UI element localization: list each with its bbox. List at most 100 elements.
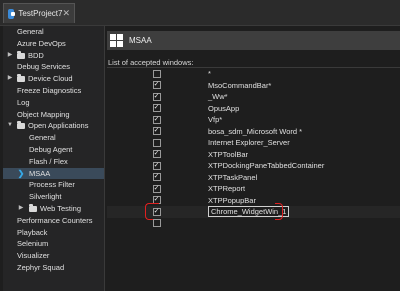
sidebar-item-label: General: [29, 133, 56, 143]
sidebar-item-label: Flash / Flex: [29, 156, 68, 166]
sidebar-item[interactable]: ❯ MSAA: [3, 167, 104, 180]
window-class-name: XTPReport: [208, 184, 246, 194]
window-class-name: bosa_sdm_Microsoft Word *: [208, 126, 303, 136]
window-row[interactable]: Internet Explorer_Server: [107, 137, 400, 149]
window-row[interactable]: ✓ XTPToolBar: [107, 149, 400, 161]
window-class-name: XTPToolBar: [208, 149, 249, 159]
sidebar-item[interactable]: Object Mapping: [3, 109, 104, 121]
sidebar-item[interactable]: General: [3, 26, 104, 38]
window-row[interactable]: ✓ XTPTaskPanel: [107, 172, 400, 184]
window-row[interactable]: ✓ Vfp*: [107, 114, 400, 126]
window-row[interactable]: *: [107, 68, 400, 80]
window-row[interactable]: ✓ XTPDockingPaneTabbedContainer: [107, 160, 400, 172]
sidebar-item-label: BDD: [28, 50, 44, 60]
sidebar-item[interactable]: Selenium: [3, 238, 104, 250]
sidebar-item[interactable]: ▶ BDD: [3, 50, 104, 62]
section-header: MSAA: [107, 31, 400, 50]
sidebar-item[interactable]: Silverlight: [3, 191, 104, 203]
accept-checkbox[interactable]: ✓: [152, 173, 161, 182]
checkbox-cell: ✓: [107, 103, 206, 115]
window-class-cell[interactable]: XTPToolBar: [206, 149, 400, 161]
sidebar-item[interactable]: ▶ Device Cloud: [3, 73, 104, 85]
window-row[interactable]: ✓ OpusApp: [107, 103, 400, 115]
checkbox-cell: ✓: [107, 183, 206, 195]
window-row[interactable]: ✓ Chrome_WidgetWin_1: [107, 203, 400, 220]
window-row[interactable]: [107, 218, 400, 230]
sidebar-item[interactable]: ▼ Open Applications: [3, 120, 104, 132]
window-class-name: XTPDockingPaneTabbedContainer: [208, 161, 325, 171]
accept-checkbox[interactable]: ✓: [152, 115, 161, 124]
window-class-cell[interactable]: MsoCommandBar*: [206, 80, 400, 92]
section-title: MSAA: [129, 36, 152, 45]
sidebar-item[interactable]: Log: [3, 97, 104, 109]
sidebar-item[interactable]: Freeze Diagnostics: [3, 85, 104, 97]
expanded-arrow-icon[interactable]: ▼: [6, 120, 14, 132]
folder-icon: [17, 50, 25, 59]
checkbox-cell: [107, 218, 206, 230]
window-class-cell[interactable]: _Ww*: [206, 91, 400, 103]
sidebar-item[interactable]: Performance Counters: [3, 215, 104, 227]
project-tab[interactable]: TestProject7 ✕: [3, 3, 75, 23]
sidebar-item-label: Web Testing: [40, 203, 81, 213]
sidebar-item[interactable]: General: [3, 132, 104, 144]
sidebar-item[interactable]: Azure DevOps: [3, 38, 104, 50]
accept-checkbox[interactable]: ✓: [152, 127, 161, 136]
window-class-cell[interactable]: Internet Explorer_Server: [206, 137, 400, 149]
sidebar-item[interactable]: Debug Services: [3, 61, 104, 73]
checkbox-cell: ✓: [107, 172, 206, 184]
window-class-name: OpusApp: [208, 103, 240, 113]
window-class-cell[interactable]: *: [206, 68, 400, 80]
checkbox-cell: ✓: [107, 80, 206, 92]
sidebar-item-label: Visualizer: [17, 251, 50, 261]
settings-tree: General Azure DevOps ▶ BDD Debug Services ▶ De…: [3, 26, 105, 291]
window-class-cell[interactable]: Vfp*: [206, 114, 400, 126]
window-class-cell[interactable]: bosa_sdm_Microsoft Word *: [206, 126, 400, 138]
selected-arrow-icon[interactable]: ❯: [17, 168, 25, 180]
window-class-edit-field[interactable]: Chrome_WidgetWin_1: [206, 206, 400, 218]
msaa-panel: MSAA List of accepted windows: * ✓ MsoComm…: [106, 26, 400, 291]
window-class-cell[interactable]: [206, 218, 400, 230]
window-class-cell[interactable]: XTPTaskPanel: [206, 172, 400, 184]
accept-checkbox[interactable]: [152, 69, 161, 78]
sidebar-item-label: General: [17, 27, 44, 36]
window-class-name: XTPTaskPanel: [208, 172, 258, 182]
checkbox-cell: [107, 137, 206, 149]
window-class-name: MsoCommandBar*: [208, 80, 272, 90]
project-icon: [8, 8, 16, 19]
window-class-cell[interactable]: XTPReport: [206, 183, 400, 195]
window-row[interactable]: ✓ XTPReport: [107, 183, 400, 195]
project-tab-label: TestProject7: [18, 9, 63, 18]
sidebar-item[interactable]: Playback: [3, 227, 104, 239]
window-class-cell[interactable]: OpusApp: [206, 103, 400, 115]
sidebar-item[interactable]: Debug Agent: [3, 144, 104, 156]
accept-checkbox[interactable]: ✓: [152, 92, 161, 101]
window-class-cell[interactable]: XTPPopupBar: [206, 195, 400, 207]
sidebar-item[interactable]: Flash / Flex: [3, 156, 104, 168]
accept-checkbox[interactable]: [152, 138, 161, 147]
sidebar-item[interactable]: Visualizer: [3, 250, 104, 262]
accept-checkbox[interactable]: [152, 219, 161, 228]
accept-checkbox[interactable]: ✓: [152, 81, 161, 90]
window-row[interactable]: ✓ _Ww*: [107, 91, 400, 103]
accept-checkbox[interactable]: ✓: [152, 104, 161, 113]
accept-checkbox[interactable]: ✓: [152, 150, 161, 159]
sidebar-item[interactable]: Zephyr Squad: [3, 262, 104, 274]
sidebar-item-label: Freeze Diagnostics: [17, 85, 82, 95]
collapsed-arrow-icon[interactable]: ▶: [6, 50, 14, 62]
close-icon[interactable]: ✕: [62, 8, 70, 19]
sidebar-item-label: Azure DevOps: [17, 38, 66, 48]
accepted-windows-label: List of accepted windows:: [108, 58, 194, 67]
sidebar-item[interactable]: Process Filter: [3, 179, 104, 191]
sidebar-item[interactable]: ▶ Web Testing: [3, 203, 104, 215]
accept-checkbox[interactable]: ✓: [152, 184, 161, 193]
window-row[interactable]: ✓ MsoCommandBar*: [107, 80, 400, 92]
window-class-cell[interactable]: XTPDockingPaneTabbedContainer: [206, 160, 400, 172]
window-class-name: Internet Explorer_Server: [208, 138, 290, 148]
folder-icon: [17, 74, 25, 83]
sidebar-item-label: Open Applications: [28, 121, 89, 131]
collapsed-arrow-icon[interactable]: ▶: [6, 73, 14, 85]
checkbox-cell: ✓: [107, 126, 206, 138]
collapsed-arrow-icon[interactable]: ▶: [17, 203, 25, 215]
accept-checkbox[interactable]: ✓: [152, 161, 161, 170]
window-row[interactable]: ✓ bosa_sdm_Microsoft Word *: [107, 126, 400, 138]
